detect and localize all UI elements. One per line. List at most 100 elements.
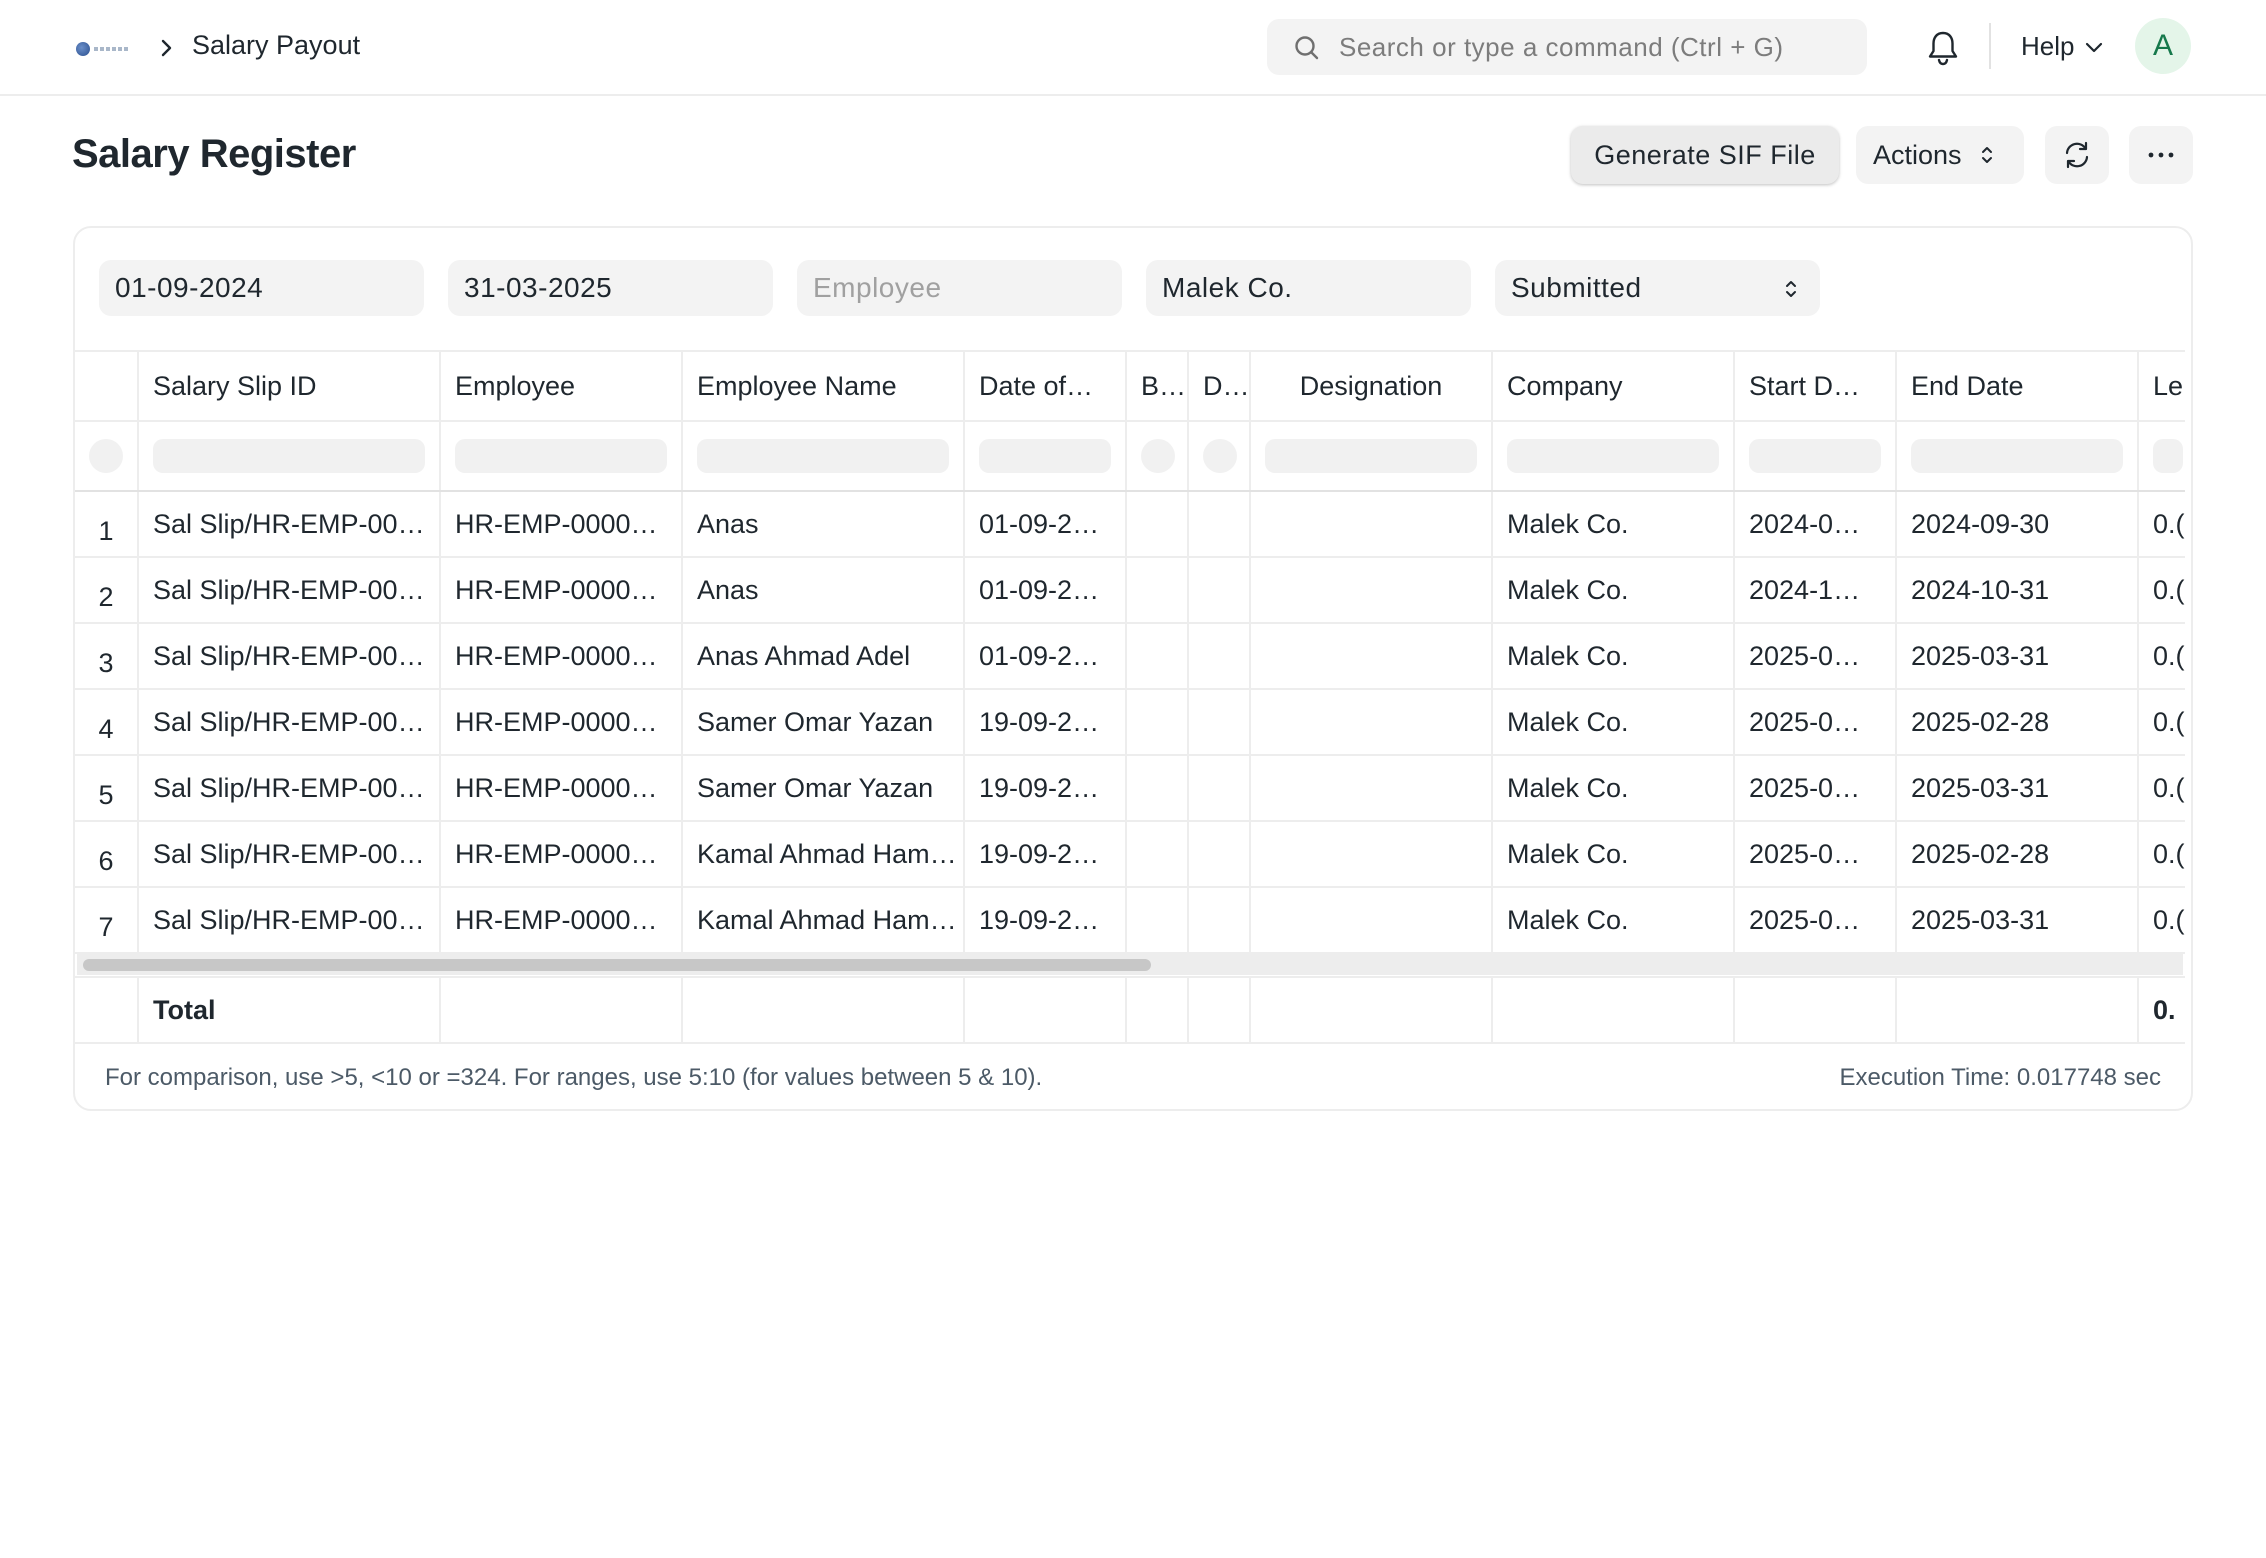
cell-designation[interactable] [1251, 558, 1493, 622]
cell-date-of-joining[interactable]: 19-09-2… [965, 888, 1127, 952]
cell-salary-slip-id[interactable]: Sal Slip/HR-EMP-00… [139, 558, 441, 622]
column-filter-input-employee[interactable] [455, 439, 667, 473]
cell-date-of-joining[interactable]: 01-09-2… [965, 624, 1127, 688]
cell-start-date[interactable]: 2025-0… [1735, 888, 1897, 952]
cell-end-date[interactable]: 2025-03-31 [1897, 888, 2139, 952]
cell-department[interactable] [1189, 756, 1251, 820]
to-date-filter[interactable]: 31-03-2025 [448, 260, 773, 316]
cell-date-of-joining[interactable]: 19-09-2… [965, 756, 1127, 820]
column-header-salary-slip-id[interactable]: Salary Slip ID [139, 352, 441, 420]
cell-leave[interactable]: 0.( [2139, 888, 2191, 952]
column-header-department[interactable]: D… [1189, 352, 1251, 420]
actions-dropdown-button[interactable]: Actions [1856, 126, 2024, 184]
column-header-branch[interactable]: B… [1127, 352, 1189, 420]
cell-end-date[interactable]: 2025-03-31 [1897, 756, 2139, 820]
cell-company[interactable]: Malek Co. [1493, 690, 1735, 754]
cell-employee-name[interactable]: Samer Omar Yazan [683, 690, 965, 754]
cell-company[interactable]: Malek Co. [1493, 756, 1735, 820]
app-logo[interactable] [76, 40, 130, 58]
cell-date-of-joining[interactable]: 01-09-2… [965, 492, 1127, 556]
column-filter-input-company[interactable] [1507, 439, 1719, 473]
cell-department[interactable] [1189, 888, 1251, 952]
cell-designation[interactable] [1251, 756, 1493, 820]
user-avatar[interactable]: A [2135, 18, 2191, 74]
cell-start-date[interactable]: 2024-1… [1735, 558, 1897, 622]
cell-company[interactable]: Malek Co. [1493, 558, 1735, 622]
column-header-designation[interactable]: Designation [1251, 352, 1493, 420]
column-filter-input-end-date[interactable] [1911, 439, 2123, 473]
cell-end-date[interactable]: 2024-10-31 [1897, 558, 2139, 622]
cell-designation[interactable] [1251, 822, 1493, 886]
company-filter[interactable]: Malek Co. [1146, 260, 1471, 316]
cell-employee-name[interactable]: Anas Ahmad Adel [683, 624, 965, 688]
cell-date-of-joining[interactable]: 01-09-2… [965, 558, 1127, 622]
cell-branch[interactable] [1127, 756, 1189, 820]
column-header-company[interactable]: Company [1493, 352, 1735, 420]
cell-employee[interactable]: HR-EMP-0000… [441, 690, 683, 754]
cell-branch[interactable] [1127, 492, 1189, 556]
breadcrumb-salary-payout[interactable]: Salary Payout [192, 30, 360, 61]
column-filter-input-department[interactable] [1203, 439, 1237, 473]
column-filter-input-date-of-joining[interactable] [979, 439, 1111, 473]
cell-salary-slip-id[interactable]: Sal Slip/HR-EMP-00… [139, 822, 441, 886]
cell-department[interactable] [1189, 558, 1251, 622]
cell-company[interactable]: Malek Co. [1493, 822, 1735, 886]
column-filter-input-start-date[interactable] [1749, 439, 1881, 473]
cell-employee-name[interactable]: Kamal Ahmad Ham… [683, 822, 965, 886]
column-filter-input-leave[interactable] [2153, 439, 2183, 473]
awesomebar[interactable] [1267, 19, 1867, 75]
cell-salary-slip-id[interactable]: Sal Slip/HR-EMP-00… [139, 756, 441, 820]
cell-employee-name[interactable]: Samer Omar Yazan [683, 756, 965, 820]
cell-salary-slip-id[interactable]: Sal Slip/HR-EMP-00… [139, 492, 441, 556]
cell-branch[interactable] [1127, 822, 1189, 886]
cell-company[interactable]: Malek Co. [1493, 492, 1735, 556]
column-header-end-date[interactable]: End Date [1897, 352, 2139, 420]
cell-branch[interactable] [1127, 690, 1189, 754]
column-header-employee-name[interactable]: Employee Name [683, 352, 965, 420]
column-filter-input-employee-name[interactable] [697, 439, 949, 473]
column-filter-input-designation[interactable] [1265, 439, 1477, 473]
column-filter-input-row-number[interactable] [89, 439, 123, 473]
cell-end-date[interactable]: 2025-03-31 [1897, 624, 2139, 688]
cell-employee[interactable]: HR-EMP-0000… [441, 492, 683, 556]
cell-designation[interactable] [1251, 690, 1493, 754]
cell-employee-name[interactable]: Anas [683, 558, 965, 622]
cell-employee[interactable]: HR-EMP-0000… [441, 888, 683, 952]
cell-leave[interactable]: 0.( [2139, 492, 2191, 556]
cell-leave[interactable]: 0.( [2139, 756, 2191, 820]
cell-start-date[interactable]: 2025-0… [1735, 690, 1897, 754]
cell-employee[interactable]: HR-EMP-0000… [441, 558, 683, 622]
column-header-employee[interactable]: Employee [441, 352, 683, 420]
cell-employee[interactable]: HR-EMP-0000… [441, 624, 683, 688]
column-filter-input-salary-slip-id[interactable] [153, 439, 425, 473]
cell-employee-name[interactable]: Kamal Ahmad Ham… [683, 888, 965, 952]
cell-leave[interactable]: 0.( [2139, 822, 2191, 886]
cell-leave[interactable]: 0.( [2139, 624, 2191, 688]
cell-salary-slip-id[interactable]: Sal Slip/HR-EMP-00… [139, 888, 441, 952]
cell-department[interactable] [1189, 822, 1251, 886]
cell-end-date[interactable]: 2025-02-28 [1897, 690, 2139, 754]
cell-branch[interactable] [1127, 624, 1189, 688]
column-filter-input-branch[interactable] [1141, 439, 1175, 473]
cell-leave[interactable]: 0.( [2139, 690, 2191, 754]
cell-leave[interactable]: 0.( [2139, 558, 2191, 622]
generate-sif-file-button[interactable]: Generate SIF File [1571, 126, 1839, 184]
cell-start-date[interactable]: 2025-0… [1735, 756, 1897, 820]
cell-designation[interactable] [1251, 624, 1493, 688]
cell-start-date[interactable]: 2025-0… [1735, 822, 1897, 886]
cell-branch[interactable] [1127, 558, 1189, 622]
cell-salary-slip-id[interactable]: Sal Slip/HR-EMP-00… [139, 690, 441, 754]
column-header-leave[interactable]: Le [2139, 352, 2191, 420]
cell-company[interactable]: Malek Co. [1493, 624, 1735, 688]
cell-designation[interactable] [1251, 888, 1493, 952]
docstatus-select[interactable]: Submitted [1495, 260, 1820, 316]
cell-start-date[interactable]: 2025-0… [1735, 624, 1897, 688]
horizontal-scrollbar-thumb[interactable] [83, 959, 1151, 971]
help-dropdown[interactable]: Help [2021, 31, 2104, 62]
cell-department[interactable] [1189, 492, 1251, 556]
cell-date-of-joining[interactable]: 19-09-2… [965, 690, 1127, 754]
column-header-start-date[interactable]: Start D… [1735, 352, 1897, 420]
cell-company[interactable]: Malek Co. [1493, 888, 1735, 952]
from-date-filter[interactable]: 01-09-2024 [99, 260, 424, 316]
cell-end-date[interactable]: 2025-02-28 [1897, 822, 2139, 886]
